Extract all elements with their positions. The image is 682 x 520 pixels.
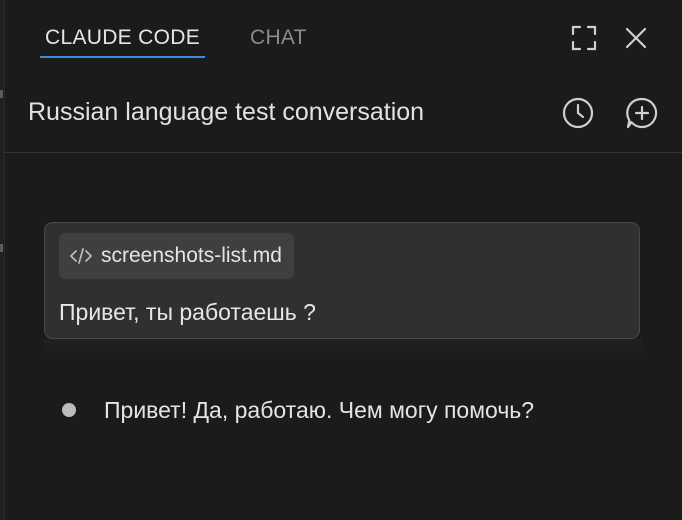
claude-panel: CLAUDE CODE CHAT Russian language test c…	[0, 0, 682, 520]
assistant-bullet	[62, 403, 76, 417]
file-attachment-chip[interactable]: screenshots-list.md	[59, 233, 294, 279]
attachment-filename: screenshots-list.md	[101, 244, 282, 267]
conversation-header: Russian language test conversation	[4, 74, 682, 153]
edge-marker	[0, 244, 3, 252]
message-card-shadow	[44, 339, 642, 357]
user-message-card: screenshots-list.md Привет, ты работаешь…	[44, 222, 640, 339]
expand-icon[interactable]	[570, 24, 598, 52]
tab-bar: CLAUDE CODE CHAT	[0, 0, 682, 72]
assistant-message-text: Привет! Да, работаю. Чем могу помочь?	[104, 397, 535, 423]
conversation-title: Russian language test conversation	[28, 98, 425, 126]
user-message-text: Привет, ты работаешь ?	[59, 299, 316, 325]
new-chat-plus-icon[interactable]	[625, 96, 659, 130]
tab-claude-code[interactable]: CLAUDE CODE	[45, 26, 200, 50]
tab-chat[interactable]: CHAT	[250, 26, 307, 50]
clock-history-icon[interactable]	[561, 96, 595, 130]
edge-marker	[0, 90, 3, 98]
close-icon[interactable]	[624, 26, 648, 50]
active-tab-indicator	[40, 56, 205, 58]
code-icon	[70, 248, 92, 264]
